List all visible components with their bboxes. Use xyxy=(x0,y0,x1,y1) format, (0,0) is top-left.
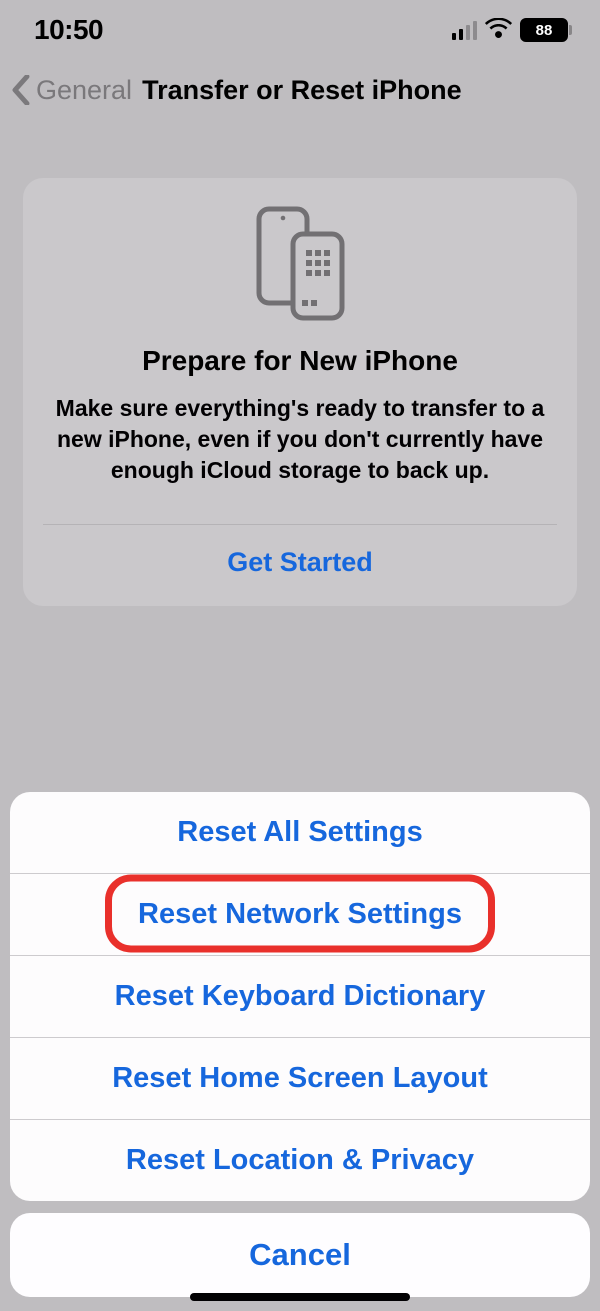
phones-icon xyxy=(47,206,553,321)
battery-icon: 88 xyxy=(520,18,572,42)
card-title: Prepare for New iPhone xyxy=(47,345,553,377)
nav-title: Transfer or Reset iPhone xyxy=(142,75,462,106)
get-started-button[interactable]: Get Started xyxy=(47,525,553,606)
sheet-item-reset-all-settings[interactable]: Reset All Settings xyxy=(10,792,590,874)
sheet-item-reset-home-screen-layout[interactable]: Reset Home Screen Layout xyxy=(10,1038,590,1120)
home-indicator[interactable] xyxy=(190,1293,410,1301)
status-bar: 10:50 88 xyxy=(0,0,600,54)
nav-back-label[interactable]: General xyxy=(36,75,132,106)
status-time: 10:50 xyxy=(34,14,103,46)
prepare-card: Prepare for New iPhone Make sure everyth… xyxy=(23,178,577,606)
sheet-item-reset-keyboard-dictionary[interactable]: Reset Keyboard Dictionary xyxy=(10,956,590,1038)
status-icons: 88 xyxy=(452,18,573,43)
sheet-item-label: Reset Network Settings xyxy=(138,898,462,930)
wifi-icon xyxy=(485,18,512,43)
sheet-group: Reset All Settings Reset Network Setting… xyxy=(10,792,590,1201)
sheet-item-reset-location-privacy[interactable]: Reset Location & Privacy xyxy=(10,1120,590,1201)
cellular-icon xyxy=(452,20,478,40)
chevron-back-icon[interactable] xyxy=(10,72,32,108)
card-body: Make sure everything's ready to transfer… xyxy=(47,393,553,486)
cancel-button[interactable]: Cancel xyxy=(10,1213,590,1297)
action-sheet: Reset All Settings Reset Network Setting… xyxy=(10,792,590,1297)
nav-bar: General Transfer or Reset iPhone xyxy=(0,54,600,126)
sheet-item-reset-network-settings[interactable]: Reset Network Settings xyxy=(10,874,590,956)
